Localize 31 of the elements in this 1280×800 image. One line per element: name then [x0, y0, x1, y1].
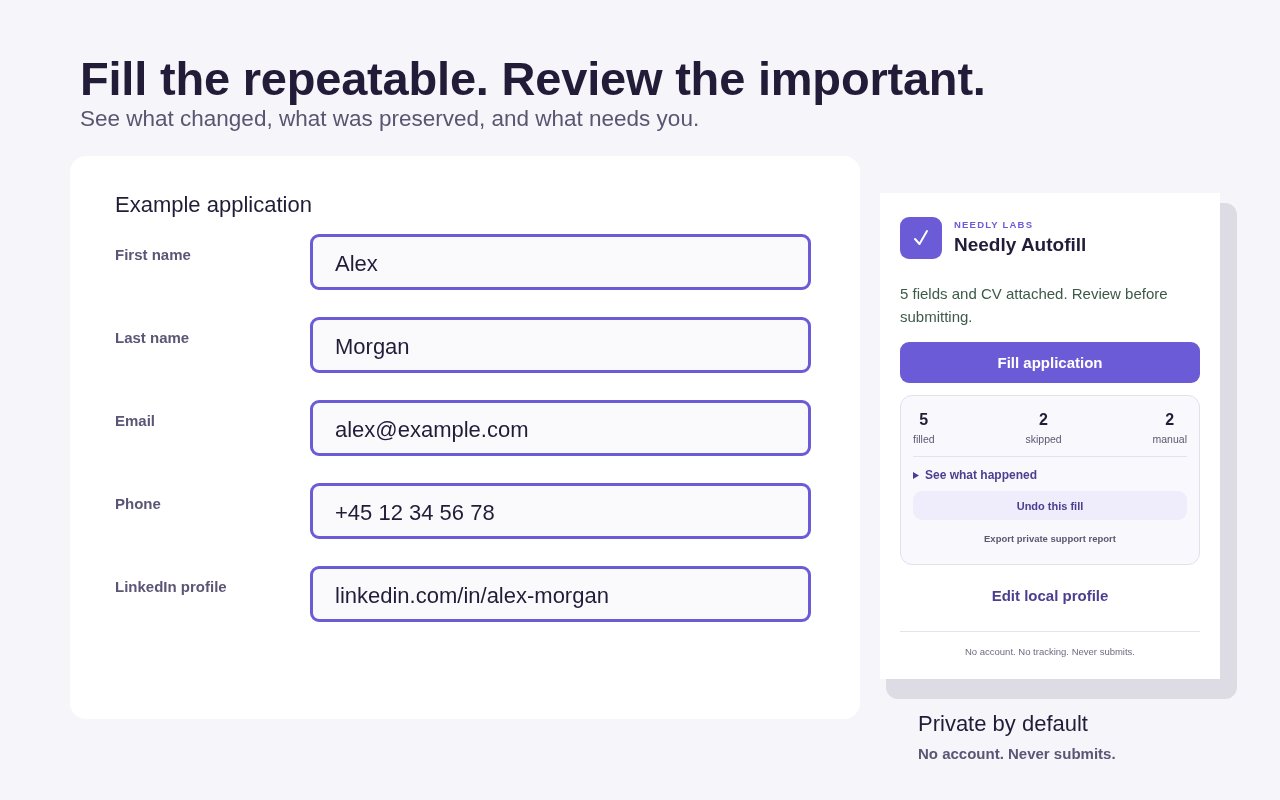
stat-label: filled: [913, 432, 935, 446]
text-field[interactable]: +45 12 34 56 78: [310, 483, 811, 539]
export-link[interactable]: Export private support report: [984, 533, 1116, 544]
text-field[interactable]: Alex: [310, 234, 811, 290]
section-title: Private by default: [918, 710, 1088, 738]
headline: Fill the repeatable. Review the important.: [80, 52, 986, 106]
stat-label: manual: [1152, 432, 1187, 446]
field-label: First name: [115, 246, 191, 264]
edit-profile-link[interactable]: Edit local profile: [991, 587, 1109, 604]
field-label: LinkedIn profile: [115, 578, 227, 596]
stat-value: 5: [919, 411, 929, 429]
field-label: Phone: [115, 495, 161, 513]
text-field[interactable]: alex@example.com: [310, 400, 811, 456]
stat-label: skipped: [1025, 432, 1062, 446]
checkmark-logo-icon: [900, 217, 942, 259]
stat-value: 2: [1039, 411, 1048, 429]
field-label: Last name: [115, 329, 190, 347]
brand-label: NEEDLY LABS: [954, 219, 1034, 231]
text-field[interactable]: Morgan: [310, 317, 811, 373]
field-label: Email: [115, 412, 156, 430]
stat-value: 2: [1165, 411, 1175, 429]
status-message: 5 fields and CV attached. Review before submitting.: [900, 284, 1169, 327]
form-title: Example application: [115, 191, 312, 219]
disclosure-toggle[interactable]: See what happened: [913, 467, 1038, 483]
undo-button[interactable]: Undo this fill: [913, 491, 1187, 520]
app-name: Needly Autofill: [954, 233, 1087, 257]
text-field[interactable]: linkedin.com/in/alex-morgan: [310, 566, 811, 622]
privacy-note: No account. Never submits.: [918, 744, 1116, 764]
subheadline: See what changed, what was preserved, and what needs you.: [80, 106, 700, 132]
footer-note: No account. No tracking. Never submits.: [965, 646, 1135, 658]
fill-button[interactable]: Fill application: [900, 342, 1200, 383]
